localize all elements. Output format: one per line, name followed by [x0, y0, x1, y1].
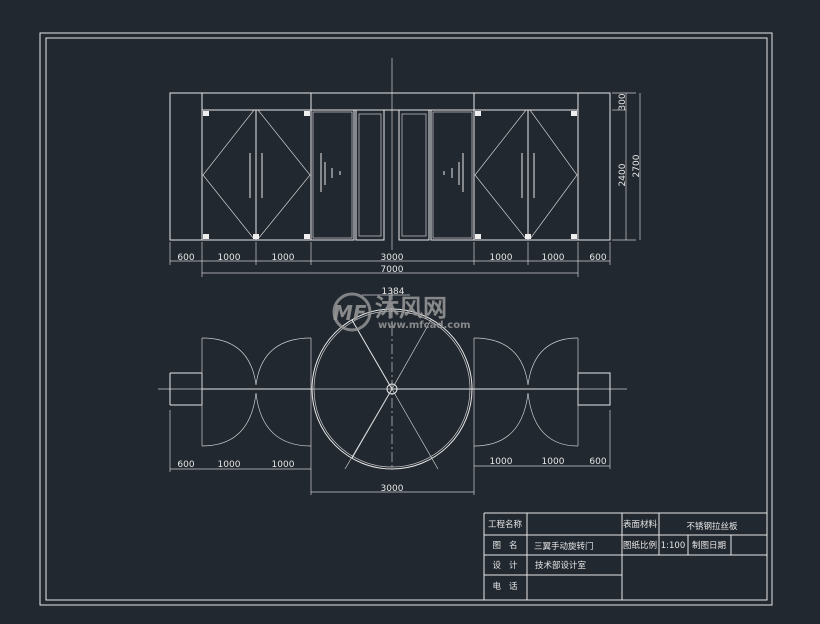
- watermark-brand: 沐风网: [375, 294, 447, 322]
- cad-drawing: 600 1000 1000 3000 1000 1000 600 7000 30…: [39, 32, 773, 606]
- dim-elev-door-height: 2400: [618, 163, 628, 186]
- swing-doors-left: [201, 109, 312, 241]
- surface-material-label: 表面材料: [623, 519, 658, 530]
- dim-elev-overall: 7000: [381, 265, 404, 275]
- scale-value: 1:100: [661, 541, 686, 551]
- dim-elev-3: 1000: [272, 253, 295, 263]
- dim-elev-2: 1000: [218, 253, 241, 263]
- dim-plan-left-3: 1000: [272, 460, 295, 470]
- dim-elev-lintel: 300: [618, 93, 628, 110]
- dim-plan-right-2: 1000: [542, 457, 565, 467]
- phone-label: 电 话: [492, 581, 518, 592]
- scale-label: 图纸比例: [623, 540, 657, 551]
- lintel-left: [201, 92, 312, 111]
- design-label: 设 计: [492, 560, 518, 571]
- dim-elev-total-height: 2700: [632, 154, 642, 177]
- dim-plan-right-3: 600: [589, 457, 606, 467]
- date-label: 制图日期: [692, 540, 726, 551]
- dim-plan-drum: 3000: [381, 484, 404, 494]
- lintel-right: [473, 92, 579, 111]
- design-value: 技术部设计室: [535, 560, 587, 571]
- project-name-label: 工程名称: [488, 519, 523, 530]
- dim-elev-1: 600: [177, 253, 194, 263]
- dim-plan-left-2: 1000: [218, 460, 241, 470]
- dim-elev-4: 3000: [381, 253, 404, 263]
- revolving-door-elevation: [310, 109, 475, 241]
- dim-plan-right-1: 1000: [490, 457, 513, 467]
- wall-right: [577, 92, 611, 241]
- title-block: 工程名称 表面材料 不锈钢拉丝板 图 名 三翼手动旋转门 图纸比例 1:100 …: [483, 512, 767, 600]
- swing-arcs-left: [201, 337, 312, 447]
- surface-material-value: 不锈钢拉丝板: [686, 521, 738, 532]
- watermark: MF 沐风网 www.mfcad.com: [332, 292, 471, 332]
- watermark-url: www.mfcad.com: [378, 320, 471, 331]
- dim-elev-7: 600: [589, 253, 606, 263]
- lintel-center: [310, 92, 475, 111]
- wall-left: [169, 92, 203, 241]
- swing-arcs-right: [473, 337, 579, 447]
- drawing-name-value: 三翼手动旋转门: [534, 541, 594, 552]
- dim-plan-left-1: 600: [177, 460, 194, 470]
- dim-elev-6: 1000: [542, 253, 565, 263]
- drawing-name-label: 图 名: [492, 540, 517, 551]
- watermark-logo: MF: [333, 301, 367, 325]
- dim-elev-5: 1000: [490, 253, 513, 263]
- elevation-view: 600 1000 1000 3000 1000 1000 600 7000 30…: [169, 58, 642, 277]
- swing-doors-right: [473, 109, 579, 241]
